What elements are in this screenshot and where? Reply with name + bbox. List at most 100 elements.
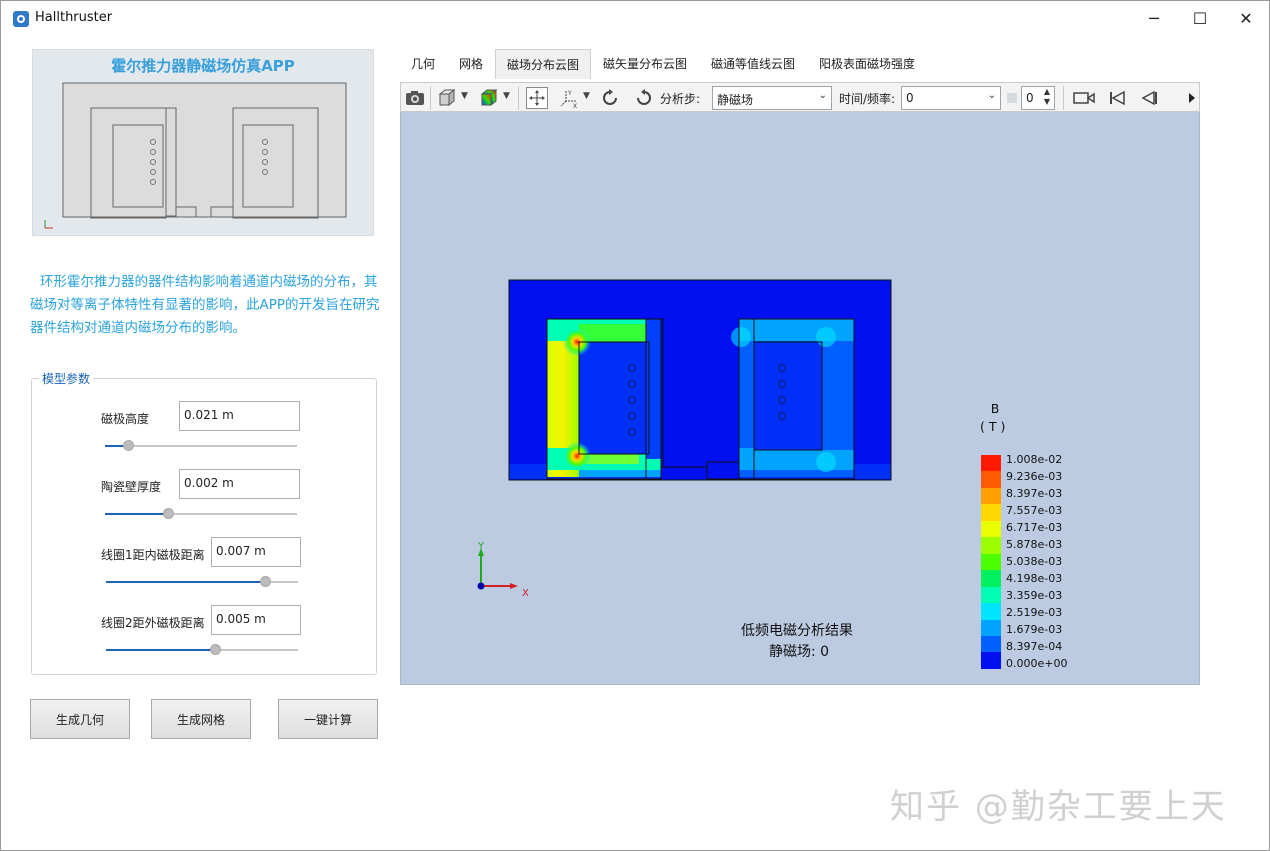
slider-fill [106,581,266,583]
tab-magnetic-field-contour[interactable]: 磁场分布云图 [495,49,592,79]
legend-value-label: 3.359e-03 [1006,589,1063,602]
app-window: Hallthruster ─ ☐ ✕ 霍尔推力器静磁场仿真APP 环形霍尔推力器… [0,0,1270,851]
pole-height-slider[interactable] [105,440,297,451]
legend-value-label: 6.717e-03 [1006,521,1063,534]
magnetic-field-contour-plot: Y X [477,279,892,599]
compute-button[interactable]: 一键计算 [278,699,378,739]
result-subtitle: 静磁场: 0 [769,644,830,660]
generate-mesh-button[interactable]: 生成网格 [151,699,251,739]
chevron-down-icon[interactable]: ▼ [583,91,590,101]
generate-geometry-button[interactable]: 生成几何 [30,699,130,739]
minimize-button[interactable]: ─ [1131,1,1177,35]
model-params-label: 模型参数 [39,370,94,387]
chevron-down-icon[interactable]: ▼ [461,91,468,101]
analysis-step-label: 分析步: [660,92,701,106]
viewer-toolbar: ▼ ▼ YX ▼ 分析步: 静磁场 ⌄ 时间/频率: 0 ⌄ 0 ▲ ▼ [400,82,1200,112]
coil1-distance-slider[interactable] [106,576,298,587]
legend-swatch [981,537,1001,554]
legend-swatch [981,455,1001,472]
slider-fill [105,513,169,515]
app-banner: 霍尔推力器静磁场仿真APP [32,49,374,236]
ceramic-thickness-label: 陶瓷壁厚度 [101,480,162,494]
maximize-button[interactable]: ☐ [1177,1,1223,35]
legend-value-label: 9.236e-03 [1006,470,1063,483]
toolbar-separator [430,86,431,110]
more-icon[interactable] [1185,87,1199,109]
title-bar: Hallthruster ─ ☐ ✕ [1,1,1269,35]
legend-swatch [981,471,1001,488]
coil1-distance-input[interactable]: 0.007 m [211,537,301,567]
legend-value-label: 0.000e+00 [1006,657,1068,670]
legend-swatch [981,652,1001,669]
tab-geometry[interactable]: 几何 [400,49,446,79]
close-button[interactable]: ✕ [1223,1,1269,35]
fit-view-icon[interactable] [526,87,548,109]
analysis-step-select[interactable]: 静磁场 ⌄ [712,86,832,110]
legend-swatch [981,504,1001,521]
spin-arrows-icon[interactable]: ▲ ▼ [1044,87,1050,107]
coil2-distance-input[interactable]: 0.005 m [211,605,301,635]
svg-text:X: X [573,103,577,109]
legend-value-label: 4.198e-03 [1006,572,1063,585]
legend-swatch [981,487,1001,505]
first-frame-icon[interactable] [1106,87,1128,109]
tab-flux-isoline[interactable]: 磁通等值线云图 [700,49,806,79]
toolbar-separator [518,86,519,110]
slider-thumb[interactable] [123,440,135,451]
legend-value-label: 5.038e-03 [1006,555,1063,568]
chevron-down-icon: ⌄ [987,90,996,101]
window-title: Hallthruster [35,10,113,25]
watermark: 知乎 @勤杂工要上天 [890,787,1227,827]
frame-value: 0 [1026,91,1034,105]
camera-icon[interactable] [404,87,426,109]
legend-swatch [981,520,1001,538]
legend-value-label: 5.878e-03 [1006,538,1063,551]
time-frequency-select[interactable]: 0 ⌄ [901,86,1001,110]
frame-spinbox[interactable]: 0 ▲ ▼ [1021,86,1055,110]
legend-value-label: 1.008e-02 [1006,453,1063,466]
coil2-distance-slider[interactable] [106,644,298,655]
color-legend-bar [981,455,1001,669]
legend-swatch [981,603,1001,620]
result-title: 低频电磁分析结果 [741,623,853,639]
legend-swatch [981,570,1001,587]
legend-swatch [981,586,1001,604]
legend-unit: ( T ) [980,419,1006,434]
color-map-icon[interactable] [478,87,500,109]
ceramic-thickness-input[interactable]: 0.002 m [179,469,300,499]
cube-view-icon[interactable] [436,87,458,109]
legend-value-label: 7.557e-03 [1006,504,1063,517]
field-contour-viewer[interactable]: Y X B ( T ) 1.008e-02 9.236e-03 8.397e-03 7… [400,112,1200,685]
analysis-step-value: 静磁场 [717,93,754,107]
ceramic-thickness-slider[interactable] [105,508,297,519]
legend-title: B ( T ) [980,400,1005,436]
coil1-distance-label: 线圈1距内磁极距离 [101,548,205,562]
axes-icon[interactable]: YX [558,87,580,109]
video-icon[interactable] [1073,87,1095,109]
legend-swatch [981,553,1001,571]
svg-text:Y: Y [567,90,572,97]
frame-indicator [1007,93,1017,103]
rotate-left-icon[interactable] [600,87,622,109]
time-frequency-value: 0 [906,91,914,105]
chevron-down-icon[interactable]: ▼ [503,91,510,101]
prev-frame-icon[interactable] [1138,87,1160,109]
legend-value-label: 8.397e-04 [1006,640,1063,653]
thruster-geometry-preview [44,82,347,229]
toolbar-separator [1063,86,1064,110]
legend-swatch [981,635,1001,653]
axis-x-label: X [522,588,529,599]
tab-magnetic-vector-contour[interactable]: 磁矢量分布云图 [592,49,698,79]
app-logo-icon [13,11,29,27]
slider-fill [106,649,216,651]
axis-y-label: Y [477,541,485,552]
legend-swatch [981,619,1001,636]
tab-mesh[interactable]: 网格 [448,49,494,79]
pole-height-label: 磁极高度 [101,412,150,426]
pole-height-input[interactable]: 0.021 m [179,401,300,431]
coil2-distance-label: 线圈2距外磁极距离 [101,616,205,630]
legend-quantity: B [990,401,1000,416]
legend-value-label: 8.397e-03 [1006,487,1063,500]
rotate-right-icon[interactable] [632,87,654,109]
tab-anode-surface-field[interactable]: 阳极表面磁场强度 [808,49,926,79]
